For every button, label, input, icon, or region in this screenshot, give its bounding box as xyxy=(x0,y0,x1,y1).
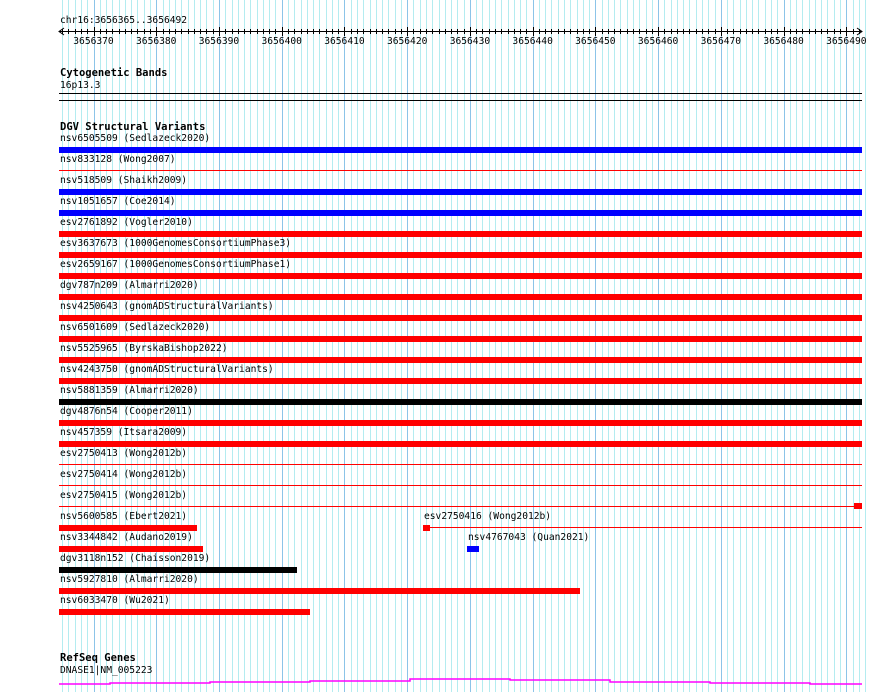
ruler-tick-label: 3656460 xyxy=(638,36,679,47)
variant-bar[interactable] xyxy=(423,525,430,531)
variant-bar[interactable] xyxy=(59,210,862,216)
ruler-tick-label: 3656480 xyxy=(763,36,804,47)
ruler-tick-label: 3656450 xyxy=(575,36,616,47)
variant-label[interactable]: nsv457359 (Itsara2009) xyxy=(60,427,187,438)
variant-bar[interactable] xyxy=(423,527,862,528)
variant-bar[interactable] xyxy=(59,609,310,615)
variant-label[interactable]: nsv1051657 (Coe2014) xyxy=(60,196,176,207)
ruler-tick-label: 3656490 xyxy=(826,36,867,47)
variant-label[interactable]: nsv833128 (Wong2007) xyxy=(60,154,176,165)
ruler-tick-label: 3656370 xyxy=(73,36,114,47)
variant-label[interactable]: nsv5881359 (Almarri2020) xyxy=(60,385,199,396)
refseq-track-title: RefSeq Genes xyxy=(60,652,136,664)
variant-label[interactable]: esv2750415 (Wong2012b) xyxy=(60,490,187,501)
variant-bar[interactable] xyxy=(59,420,862,426)
variant-label[interactable]: nsv4250643 (gnomADStructuralVariants) xyxy=(60,301,274,312)
gene-model-dnase1[interactable] xyxy=(0,674,890,692)
variant-label[interactable]: nsv4767043 (Quan2021) xyxy=(468,532,589,543)
variant-bar[interactable] xyxy=(59,231,862,237)
variant-bar[interactable] xyxy=(59,189,862,195)
variant-bar[interactable] xyxy=(59,378,862,384)
variant-bar[interactable] xyxy=(59,464,862,465)
variant-bar[interactable] xyxy=(59,170,862,171)
variant-label[interactable]: dgv3118n152 (Chaisson2019) xyxy=(60,553,210,564)
variant-label[interactable]: nsv518509 (Shaikh2009) xyxy=(60,175,187,186)
variant-bar[interactable] xyxy=(59,336,862,342)
variant-label[interactable]: nsv4243750 (gnomADStructuralVariants) xyxy=(60,364,274,375)
variant-bar[interactable] xyxy=(59,399,862,405)
variant-bar[interactable] xyxy=(467,546,479,552)
ruler-tick-label: 3656380 xyxy=(136,36,177,47)
variant-bar[interactable] xyxy=(59,567,297,573)
variant-bar[interactable] xyxy=(59,441,862,447)
variant-label[interactable]: nsv6501609 (Sedlazeck2020) xyxy=(60,322,210,333)
variant-label[interactable]: dgv4876n54 (Cooper2011) xyxy=(60,406,193,417)
cytobands-title: Cytogenetic Bands xyxy=(60,67,168,79)
ruler-tick-label: 3656470 xyxy=(701,36,742,47)
variant-label[interactable]: nsv5525965 (ByrskaBishop2022) xyxy=(60,343,228,354)
ruler-tick-label: 3656390 xyxy=(199,36,240,47)
variant-bar[interactable] xyxy=(59,315,862,321)
variant-label[interactable]: nsv5927810 (Almarri2020) xyxy=(60,574,199,585)
ruler-tick-label: 3656400 xyxy=(261,36,302,47)
variant-label[interactable]: esv2659167 (1000GenomesConsortiumPhase1) xyxy=(60,259,291,270)
variant-label[interactable]: dgv787n209 (Almarri2020) xyxy=(60,280,199,291)
variant-bar[interactable] xyxy=(59,357,862,363)
variant-bar[interactable] xyxy=(59,588,580,594)
variant-label[interactable]: esv2750414 (Wong2012b) xyxy=(60,469,187,480)
ruler-tick-label: 3656430 xyxy=(450,36,491,47)
ruler[interactable]: 3656370 3656380 3656390 3656400 3656410 36564… xyxy=(0,24,890,48)
gene-line xyxy=(59,678,862,685)
variant-label[interactable]: esv2761892 (Vogler2010) xyxy=(60,217,193,228)
variant-label[interactable]: nsv6033470 (Wu2021) xyxy=(60,595,170,606)
dgv-track-title: DGV Structural Variants xyxy=(60,121,206,133)
track-divider xyxy=(59,100,862,101)
variant-bar[interactable] xyxy=(59,546,203,552)
variant-bar[interactable] xyxy=(59,485,862,486)
ruler-tick-label: 3656410 xyxy=(324,36,365,47)
variant-bar[interactable] xyxy=(59,147,862,153)
variant-label[interactable]: esv3637673 (1000GenomesConsortiumPhase3) xyxy=(60,238,291,249)
cytoband-line xyxy=(59,93,862,94)
variant-bar[interactable] xyxy=(59,294,862,300)
ruler-tick-label: 3656440 xyxy=(512,36,553,47)
variant-label[interactable]: nsv6505509 (Sedlazeck2020) xyxy=(60,133,210,144)
variant-bar[interactable] xyxy=(59,506,862,507)
variant-bar[interactable] xyxy=(59,525,197,531)
variant-bar[interactable] xyxy=(854,503,862,509)
variant-label[interactable]: esv2750413 (Wong2012b) xyxy=(60,448,187,459)
ruler-tick-label: 3656420 xyxy=(387,36,428,47)
variant-label[interactable]: nsv3344842 (Audano2019) xyxy=(60,532,193,543)
variant-bar[interactable] xyxy=(59,252,862,258)
variant-bar[interactable] xyxy=(59,273,862,279)
variant-label[interactable]: nsv5600585 (Ebert2021) xyxy=(60,511,187,522)
variant-label[interactable]: esv2750416 (Wong2012b) xyxy=(424,511,551,522)
cytoband-16p13-3[interactable]: 16p13.3 xyxy=(60,80,100,91)
